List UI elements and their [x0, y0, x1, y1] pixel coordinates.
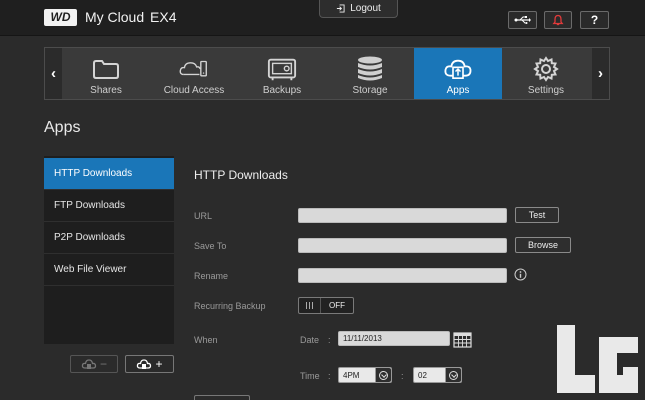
- recurring-backup-toggle[interactable]: OFF: [298, 297, 354, 314]
- sidebar-item-ftp-downloads[interactable]: FTP Downloads: [44, 190, 174, 222]
- safe-icon: [267, 58, 297, 81]
- usb-icon: [514, 16, 531, 24]
- logout-button[interactable]: Logout: [319, 0, 398, 18]
- rename-label: Rename: [194, 271, 229, 281]
- help-button[interactable]: ?: [580, 11, 609, 29]
- nav-item-apps[interactable]: Apps: [414, 48, 502, 99]
- time-label: Time: [300, 371, 320, 381]
- chevron-down-icon: [375, 368, 391, 382]
- section-title: HTTP Downloads: [194, 168, 288, 182]
- nav-label: Settings: [527, 85, 565, 96]
- wd-logo: WD: [44, 9, 77, 26]
- apps-icon: [444, 59, 472, 79]
- alert-button[interactable]: [544, 11, 572, 29]
- chevron-left-icon: ‹: [51, 65, 56, 82]
- nav-item-settings[interactable]: Settings: [502, 48, 590, 99]
- date-label: Date: [300, 335, 320, 345]
- apps-sidebar: HTTP Downloads FTP Downloads P2P Downloa…: [44, 156, 174, 344]
- nav-label: Storage: [352, 85, 388, 96]
- bell-icon: [552, 14, 564, 26]
- plus-icon: +: [155, 357, 163, 371]
- minute-select[interactable]: 02: [413, 367, 462, 383]
- top-bar: WD My Cloud EX4 Logout ?: [0, 0, 645, 36]
- save-to-label: Save To: [194, 241, 227, 251]
- add-app-button[interactable]: +: [125, 355, 174, 373]
- date-input[interactable]: 11/11/2013: [338, 331, 450, 346]
- app-name: My Cloud: [85, 9, 145, 25]
- nav-label: Backups: [262, 85, 302, 96]
- database-icon: [358, 56, 382, 81]
- app-icon: [137, 359, 152, 369]
- nav-label: Shares: [90, 85, 122, 96]
- logout-label: Logout: [350, 3, 381, 14]
- hour-minute-colon: :: [401, 371, 404, 381]
- logout-icon: [337, 4, 345, 13]
- page-title: Apps: [44, 119, 81, 136]
- url-label: URL: [194, 211, 213, 221]
- rename-input[interactable]: [298, 268, 507, 283]
- folder-icon: [93, 60, 119, 79]
- browse-button[interactable]: Browse: [515, 237, 571, 253]
- remove-app-button[interactable]: −: [70, 355, 118, 373]
- toggle-state: OFF: [329, 301, 345, 310]
- save-to-input[interactable]: [298, 238, 507, 253]
- hour-select[interactable]: 4PM: [338, 367, 392, 383]
- nav-label: Cloud Access: [163, 85, 225, 96]
- time-colon: :: [328, 371, 331, 381]
- chevron-right-icon: ›: [598, 65, 603, 82]
- hour-value: 4PM: [343, 370, 360, 380]
- toggle-grip-icon: [299, 298, 321, 313]
- nav-label: Apps: [446, 85, 470, 96]
- nav-item-shares[interactable]: Shares: [62, 48, 150, 99]
- test-button[interactable]: Test: [515, 207, 559, 223]
- model-name: EX4: [150, 9, 177, 25]
- nav-item-cloud-access[interactable]: Cloud Access: [150, 48, 238, 99]
- info-icon[interactable]: [514, 268, 527, 281]
- usb-button[interactable]: [508, 11, 537, 29]
- cloud-icon: [179, 60, 207, 77]
- main-nav: ‹ Shares Cloud Access Backups Storage Ap…: [44, 47, 610, 100]
- url-input[interactable]: [298, 208, 507, 223]
- chevron-down-icon: [445, 368, 461, 382]
- help-label: ?: [590, 13, 599, 27]
- app-title: My Cloud EX4: [85, 9, 177, 25]
- nav-next-button[interactable]: ›: [592, 48, 609, 99]
- watermark-logo: [557, 325, 638, 393]
- minute-value: 02: [418, 370, 427, 380]
- minus-icon: −: [99, 357, 107, 371]
- nav-prev-button[interactable]: ‹: [45, 48, 62, 99]
- partial-button[interactable]: [194, 395, 250, 400]
- sidebar-item-http-downloads[interactable]: HTTP Downloads: [44, 158, 174, 190]
- nav-item-backups[interactable]: Backups: [238, 48, 326, 99]
- date-colon: :: [328, 335, 331, 345]
- app-icon: [81, 359, 97, 369]
- when-label: When: [194, 335, 218, 345]
- calendar-icon[interactable]: [453, 331, 472, 348]
- recurring-backup-label: Recurring Backup: [194, 301, 266, 311]
- sidebar-item-web-file-viewer[interactable]: Web File Viewer: [44, 254, 174, 286]
- gear-icon: [533, 56, 559, 82]
- sidebar-item-p2p-downloads[interactable]: P2P Downloads: [44, 222, 174, 254]
- nav-item-storage[interactable]: Storage: [326, 48, 414, 99]
